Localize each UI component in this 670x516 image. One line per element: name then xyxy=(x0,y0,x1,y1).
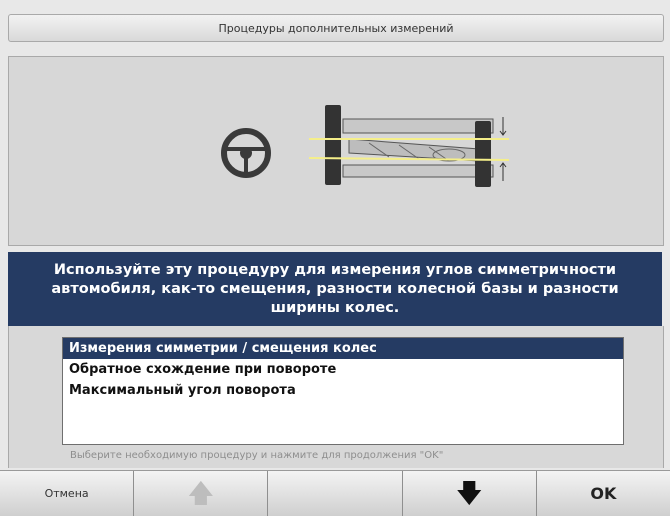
function-toolbar: Отмена 🡅 🡇 OK xyxy=(0,470,670,516)
description-text: Используйте эту процедуру для измерения … xyxy=(51,261,619,316)
rear-wheel xyxy=(475,121,491,187)
list-item-max-steer-angle[interactable]: Максимальный угол поворота xyxy=(63,380,623,401)
front-wheel xyxy=(325,105,341,185)
move-down-button[interactable]: 🡇 xyxy=(402,471,537,516)
arrow-down-icon: 🡇 xyxy=(455,478,483,509)
ok-button[interactable]: OK xyxy=(536,471,670,516)
cancel-button-label: Отмена xyxy=(44,487,89,500)
page-title: Процедуры дополнительных измерений xyxy=(218,21,454,35)
title-bar: Процедуры дополнительных измерений xyxy=(8,14,664,42)
arrow-up-icon: 🡅 xyxy=(187,478,215,509)
vehicle-illustration xyxy=(8,56,664,246)
steering-wheel-icon xyxy=(221,128,271,178)
cancel-button[interactable]: Отмена xyxy=(0,471,135,516)
offset-arrows-icon xyxy=(499,117,507,181)
description-panel: Используйте эту процедуру для измерения … xyxy=(8,252,662,326)
list-item-symmetry[interactable]: Измерения симметрии / смещения колес xyxy=(63,338,623,359)
vehicle-frame xyxy=(342,118,494,178)
procedure-list[interactable]: Измерения симметрии / смещения колес Обр… xyxy=(62,337,624,445)
list-item-toe-out-on-turns[interactable]: Обратное схождение при повороте xyxy=(63,359,623,380)
move-up-button[interactable]: 🡅 xyxy=(134,471,269,516)
vehicle-diagram xyxy=(221,105,510,187)
empty-function-button[interactable] xyxy=(268,471,403,516)
ok-button-label: OK xyxy=(590,484,617,503)
hint-text: Выберите необходимую процедуру и нажмите… xyxy=(70,450,444,461)
